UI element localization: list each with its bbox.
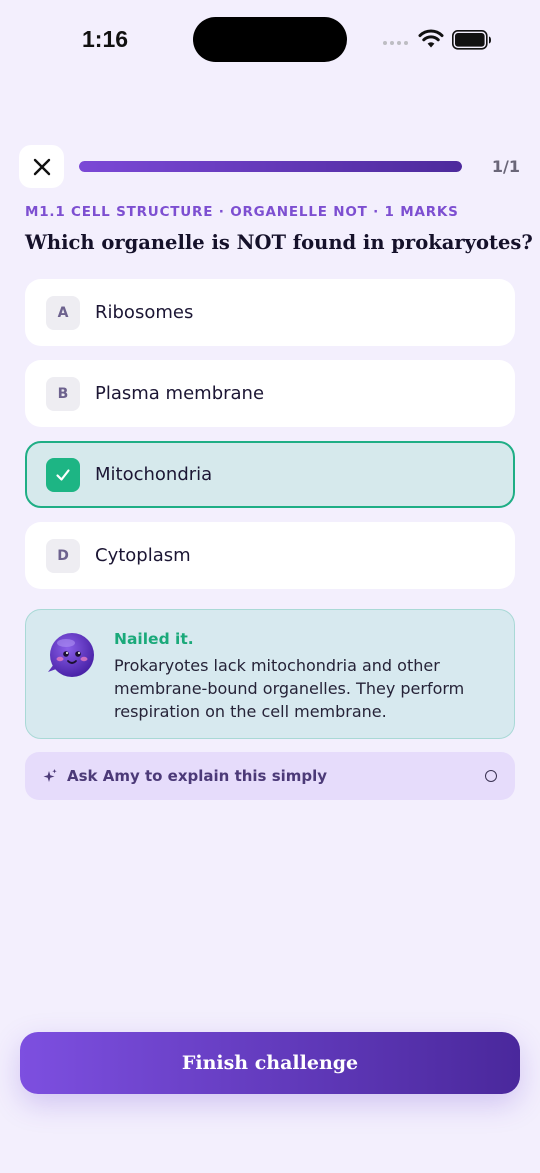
option-label: Cytoplasm bbox=[95, 545, 191, 566]
option-c-correct[interactable]: Mitochondria bbox=[25, 441, 515, 508]
cellular-signal-icon bbox=[383, 41, 408, 45]
dynamic-island bbox=[193, 17, 347, 62]
question-meta: M1.1 CELL STRUCTURE · ORGANELLE NOT · 1 … bbox=[25, 204, 459, 220]
option-label: Mitochondria bbox=[95, 464, 213, 485]
option-label: Ribosomes bbox=[95, 302, 194, 323]
feedback-text: Prokaryotes lack mitochondria and other … bbox=[114, 656, 465, 721]
progress-bar-fill bbox=[79, 161, 462, 172]
ask-amy-button[interactable]: Ask Amy to explain this simply bbox=[25, 752, 515, 800]
close-button[interactable] bbox=[19, 145, 64, 188]
question-text: Which organelle is NOT found in prokaryo… bbox=[25, 231, 533, 254]
battery-icon bbox=[452, 30, 491, 50]
sparkle-icon bbox=[43, 769, 57, 782]
wifi-icon bbox=[418, 29, 444, 48]
feedback-card: Nailed it. Prokaryotes lack mitochondria… bbox=[25, 609, 515, 739]
check-icon bbox=[46, 457, 80, 492]
option-d[interactable]: D Cytoplasm bbox=[25, 522, 515, 589]
option-b[interactable]: B Plasma membrane bbox=[25, 360, 515, 427]
finish-challenge-label: Finish challenge bbox=[181, 1052, 359, 1074]
status-time: 1:16 bbox=[82, 26, 129, 52]
option-letter: D bbox=[46, 538, 80, 573]
answer-options: A Ribosomes B Plasma membrane Mitochondr… bbox=[25, 279, 515, 603]
progress-bar bbox=[79, 161, 462, 172]
option-letter: B bbox=[46, 376, 80, 411]
option-letter: A bbox=[46, 295, 80, 330]
progress-count: 1/1 bbox=[491, 157, 520, 176]
status-circle-icon bbox=[485, 770, 497, 782]
amy-mascot-icon bbox=[48, 633, 94, 677]
ask-amy-label: Ask Amy to explain this simply bbox=[67, 767, 328, 785]
option-a[interactable]: A Ribosomes bbox=[25, 279, 515, 346]
status-bar: 1:16 bbox=[0, 0, 540, 80]
close-icon bbox=[33, 158, 50, 175]
option-label: Plasma membrane bbox=[95, 383, 265, 404]
finish-challenge-button[interactable]: Finish challenge bbox=[20, 1032, 520, 1094]
feedback-title: Nailed it. bbox=[114, 630, 194, 648]
